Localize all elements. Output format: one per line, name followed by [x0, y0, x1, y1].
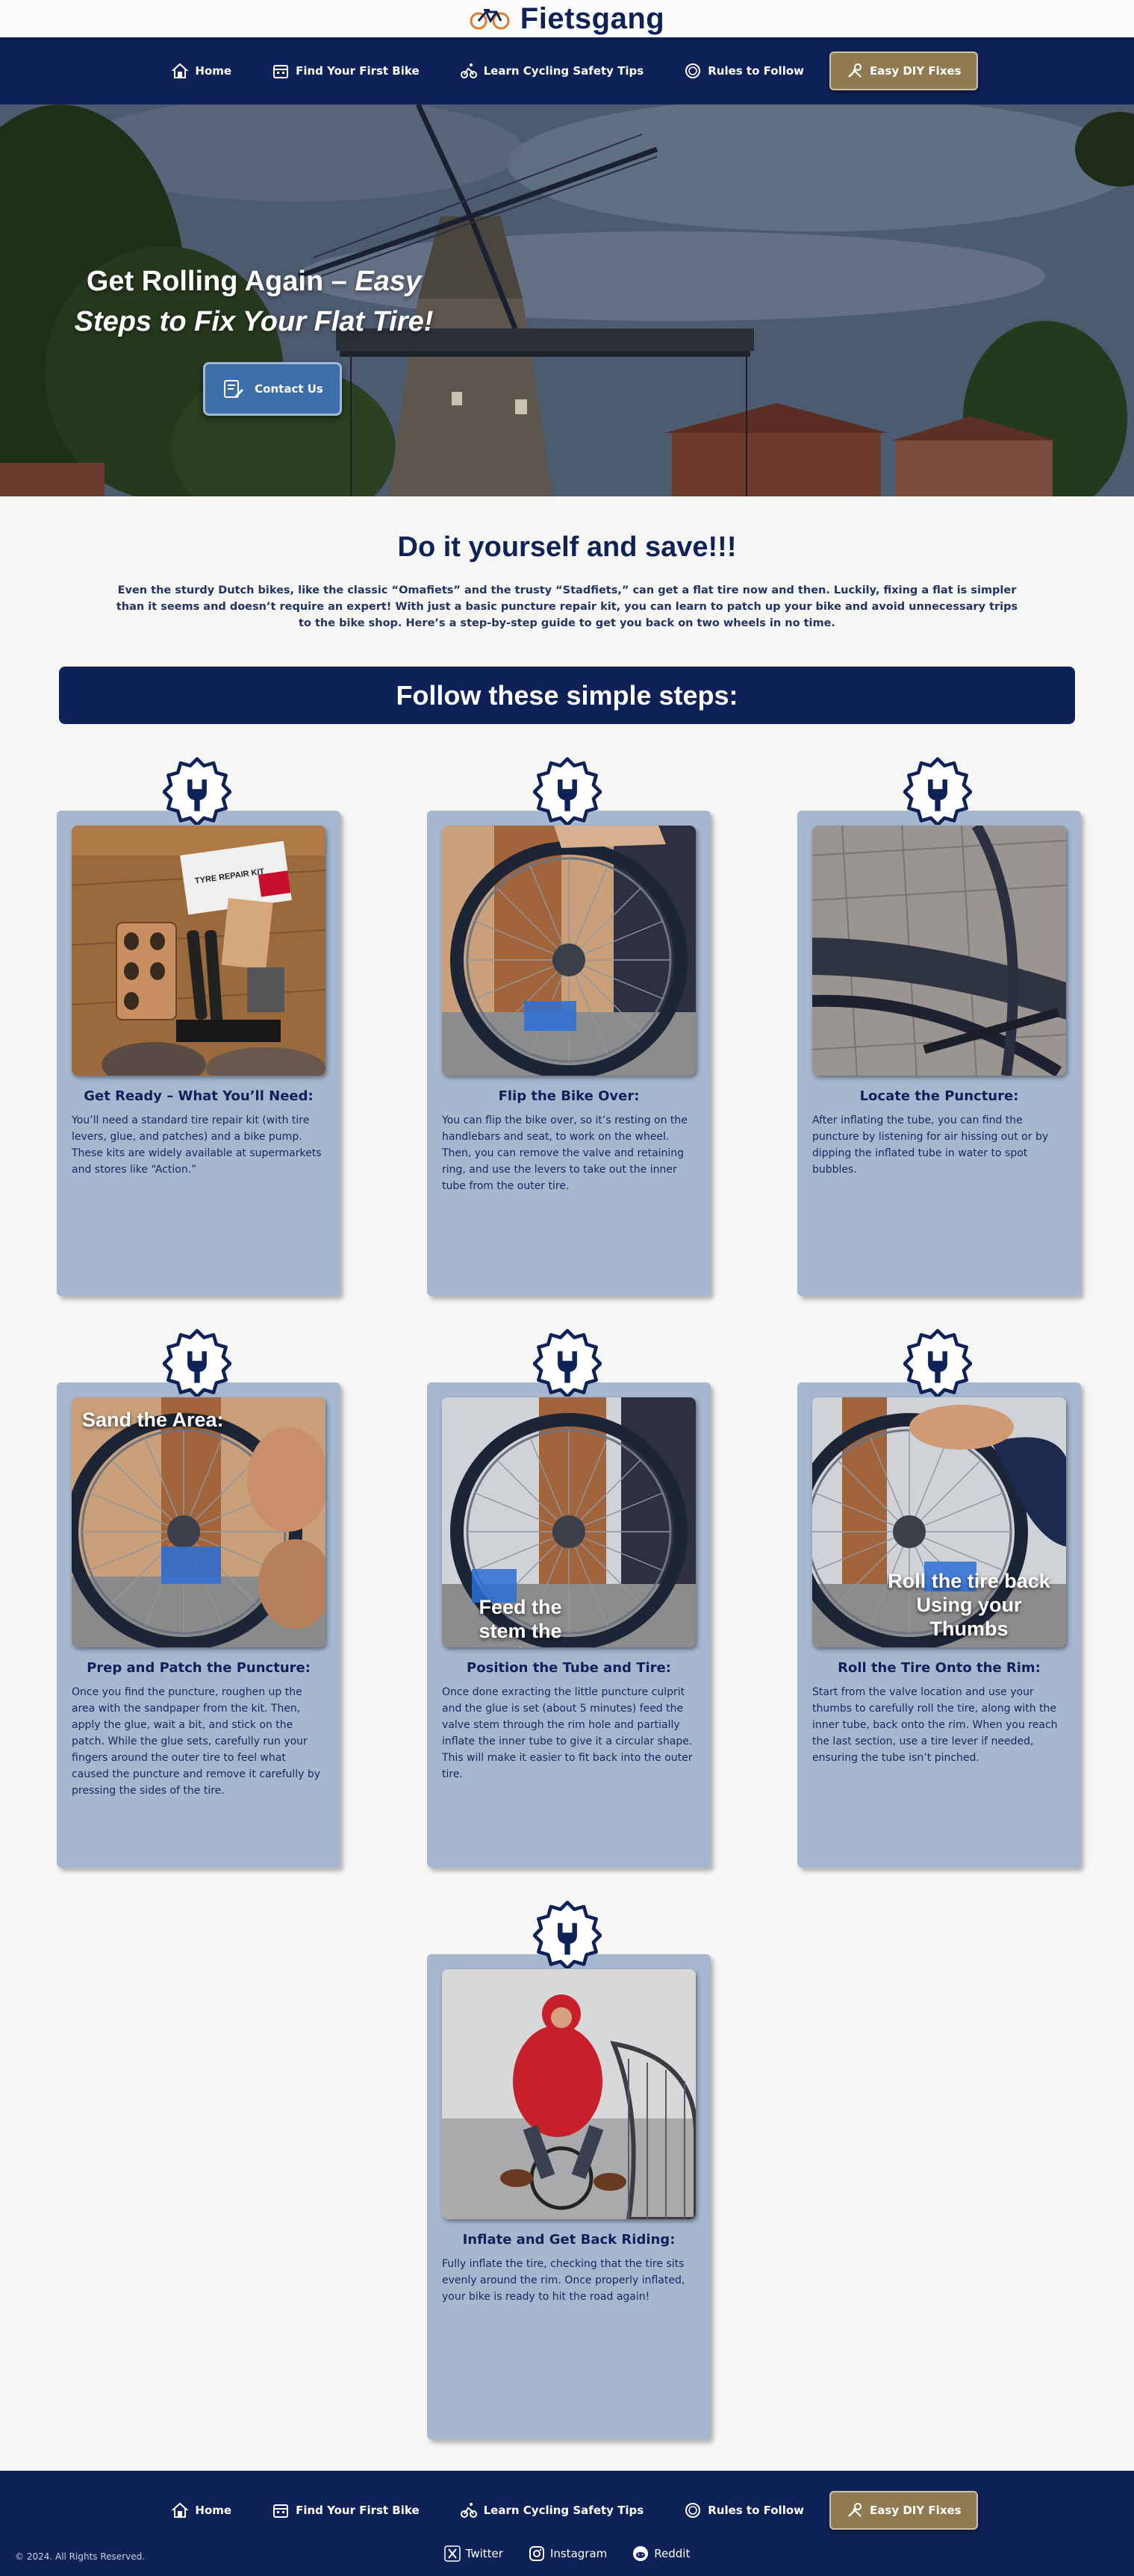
intro-title: Do it yourself and save!!!: [397, 531, 737, 563]
cyclist-icon: [460, 63, 477, 78]
nav-diy-fixes-label: Easy DIY Fixes: [870, 64, 962, 78]
hero-banner: Get Rolling Again – Easy Steps to Fix Yo…: [0, 105, 1134, 496]
footer-nav-find-bike[interactable]: Find Your First Bike: [257, 2491, 434, 2530]
brand-name[interactable]: Fietsgang: [520, 2, 664, 36]
nav-home[interactable]: Home: [156, 53, 246, 89]
step-title: Flip the Bike Over:: [498, 1088, 640, 1104]
footer-nav-safety-tips[interactable]: Learn Cycling Safety Tips: [445, 2491, 659, 2530]
step-image-roll-tire: Roll the tire back Using your Thumbs: [812, 1397, 1066, 1647]
step-text: Fully inflate the tire, checking that th…: [442, 2258, 685, 2303]
intro-text: Even the sturdy Dutch bikes, like the cl…: [116, 584, 1018, 629]
social-twitter[interactable]: Twitter: [443, 2545, 503, 2562]
social-reddit[interactable]: Reddit: [632, 2545, 690, 2562]
no-entry-sign-icon: [685, 63, 701, 78]
contact-us-label: Contact Us: [255, 382, 323, 396]
step-text: You can flip the bike over, so it’s rest…: [442, 1114, 688, 1192]
step-card: Locate the Puncture: After inflating the…: [797, 811, 1081, 1296]
wrench-gear-icon: [533, 1900, 602, 1968]
calendar-icon: [273, 65, 289, 78]
step-title: Position the Tube and Tire:: [467, 1660, 671, 1676]
social-instagram-label: Instagram: [549, 2547, 608, 2560]
no-entry-sign-icon: [685, 2503, 701, 2518]
footer-nav-rules[interactable]: Rules to Follow: [669, 2491, 819, 2530]
social-links: Twitter Instagram Reddit: [0, 2545, 1134, 2562]
image-caption: Feed the stem the valve: [479, 1596, 562, 1647]
step-text: Start from the valve location and use yo…: [812, 1686, 1058, 1764]
step-text: After inflating the tube, you can find t…: [812, 1114, 1049, 1176]
social-instagram[interactable]: Instagram: [529, 2545, 607, 2562]
step-image-sand-area: Sand the Area:: [72, 1397, 325, 1647]
footer-nav-diy-fixes-label: Easy DIY Fixes: [870, 2504, 962, 2517]
wrench-gear-icon: [903, 1328, 972, 1397]
nav-safety-tips-label: Learn Cycling Safety Tips: [483, 64, 644, 78]
hero-title: Get Rolling Again – Easy Steps to Fix Yo…: [45, 261, 463, 342]
nav-find-bike[interactable]: Find Your First Bike: [257, 53, 434, 89]
contact-form-icon: [224, 380, 244, 398]
step-text: You’ll need a standard tire repair kit (…: [72, 1114, 322, 1176]
step-card: TYRE REPAIR KIT Get Ready – What You’ll …: [57, 811, 340, 1296]
step-title: Get Ready – What You’ll Need:: [84, 1088, 314, 1104]
wrench-gear-icon: [163, 1328, 231, 1397]
nav-find-bike-label: Find Your First Bike: [296, 64, 420, 78]
step-image-repair-kit: TYRE REPAIR KIT: [72, 826, 325, 1076]
hero-title-plain: Get Rolling Again –: [86, 266, 355, 297]
site-header: Fietsgang: [0, 0, 1134, 37]
nav-rules[interactable]: Rules to Follow: [669, 53, 819, 89]
step-title: Prep and Patch the Puncture:: [87, 1660, 311, 1676]
footer-nav-diy-fixes[interactable]: Easy DIY Fixes: [829, 2491, 978, 2530]
image-caption: Sand the Area:: [82, 1409, 224, 1431]
footer-nav-home[interactable]: Home: [156, 2491, 246, 2530]
wrench-gear-icon: [533, 1328, 602, 1397]
step-text: Once you find the puncture, roughen up t…: [72, 1686, 321, 1797]
footer-nav-find-bike-label: Find Your First Bike: [296, 2504, 420, 2517]
footer-nav-rules-label: Rules to Follow: [708, 2504, 805, 2517]
tools-icon: [848, 2503, 862, 2517]
bicycle-logo-icon[interactable]: [470, 7, 510, 30]
step-title: Locate the Puncture:: [859, 1088, 1019, 1104]
home-icon: [171, 2502, 190, 2518]
step-card: Inflate and Get Back Riding: Fully infla…: [427, 1954, 711, 2439]
footer-nav-safety-tips-label: Learn Cycling Safety Tips: [483, 2504, 644, 2517]
footer-nav: Home Find Your First Bike Learn Cycling …: [0, 2491, 1134, 2530]
wrench-gear-icon: [533, 756, 602, 825]
step-text: Once done exracting the little puncture …: [442, 1686, 693, 1780]
reddit-icon: [633, 2546, 649, 2561]
wrench-gear-icon: [163, 756, 231, 825]
social-twitter-label: Twitter: [465, 2547, 503, 2560]
main-nav: Home Find Your First Bike Learn Cycling …: [0, 37, 1134, 105]
instagram-icon: [529, 2546, 544, 2561]
step-image-rider-in-rain: [442, 1969, 696, 2219]
home-icon: [171, 63, 190, 78]
site-footer: Home Find Your First Bike Learn Cycling …: [0, 2471, 1134, 2576]
step-title: Inflate and Get Back Riding:: [462, 2232, 676, 2248]
step-card: Feed the stem the valve Position the Tub…: [427, 1382, 711, 1868]
social-reddit-label: Reddit: [654, 2547, 691, 2560]
tools-icon: [848, 63, 862, 78]
footer-nav-home-label: Home: [195, 2504, 232, 2517]
nav-rules-label: Rules to Follow: [708, 64, 805, 78]
calendar-icon: [273, 2504, 289, 2518]
x-logo-icon: [443, 2545, 461, 2562]
step-card: Sand the Area: Prep and Patch the Punctu…: [57, 1382, 340, 1868]
steps-banner: Follow these simple steps:: [59, 667, 1075, 724]
contact-us-button[interactable]: Contact Us: [203, 362, 342, 416]
cyclist-icon: [460, 2503, 477, 2518]
image-caption: Roll the tire back Using your Thumbs: [888, 1570, 1050, 1640]
nav-home-label: Home: [195, 64, 232, 78]
nav-safety-tips[interactable]: Learn Cycling Safety Tips: [445, 53, 659, 89]
wrench-gear-icon: [903, 756, 972, 825]
step-title: Roll the Tire Onto the Rim:: [838, 1660, 1041, 1676]
step-card: Roll the tire back Using your Thumbs Rol…: [797, 1382, 1081, 1868]
step-image-flip-bike: [442, 826, 696, 1076]
step-image-feed-valve: Feed the stem the valve: [442, 1397, 696, 1647]
step-image-locate-puncture: [812, 826, 1066, 1076]
step-card: Flip the Bike Over: You can flip the bik…: [427, 811, 711, 1296]
nav-diy-fixes[interactable]: Easy DIY Fixes: [829, 52, 978, 90]
